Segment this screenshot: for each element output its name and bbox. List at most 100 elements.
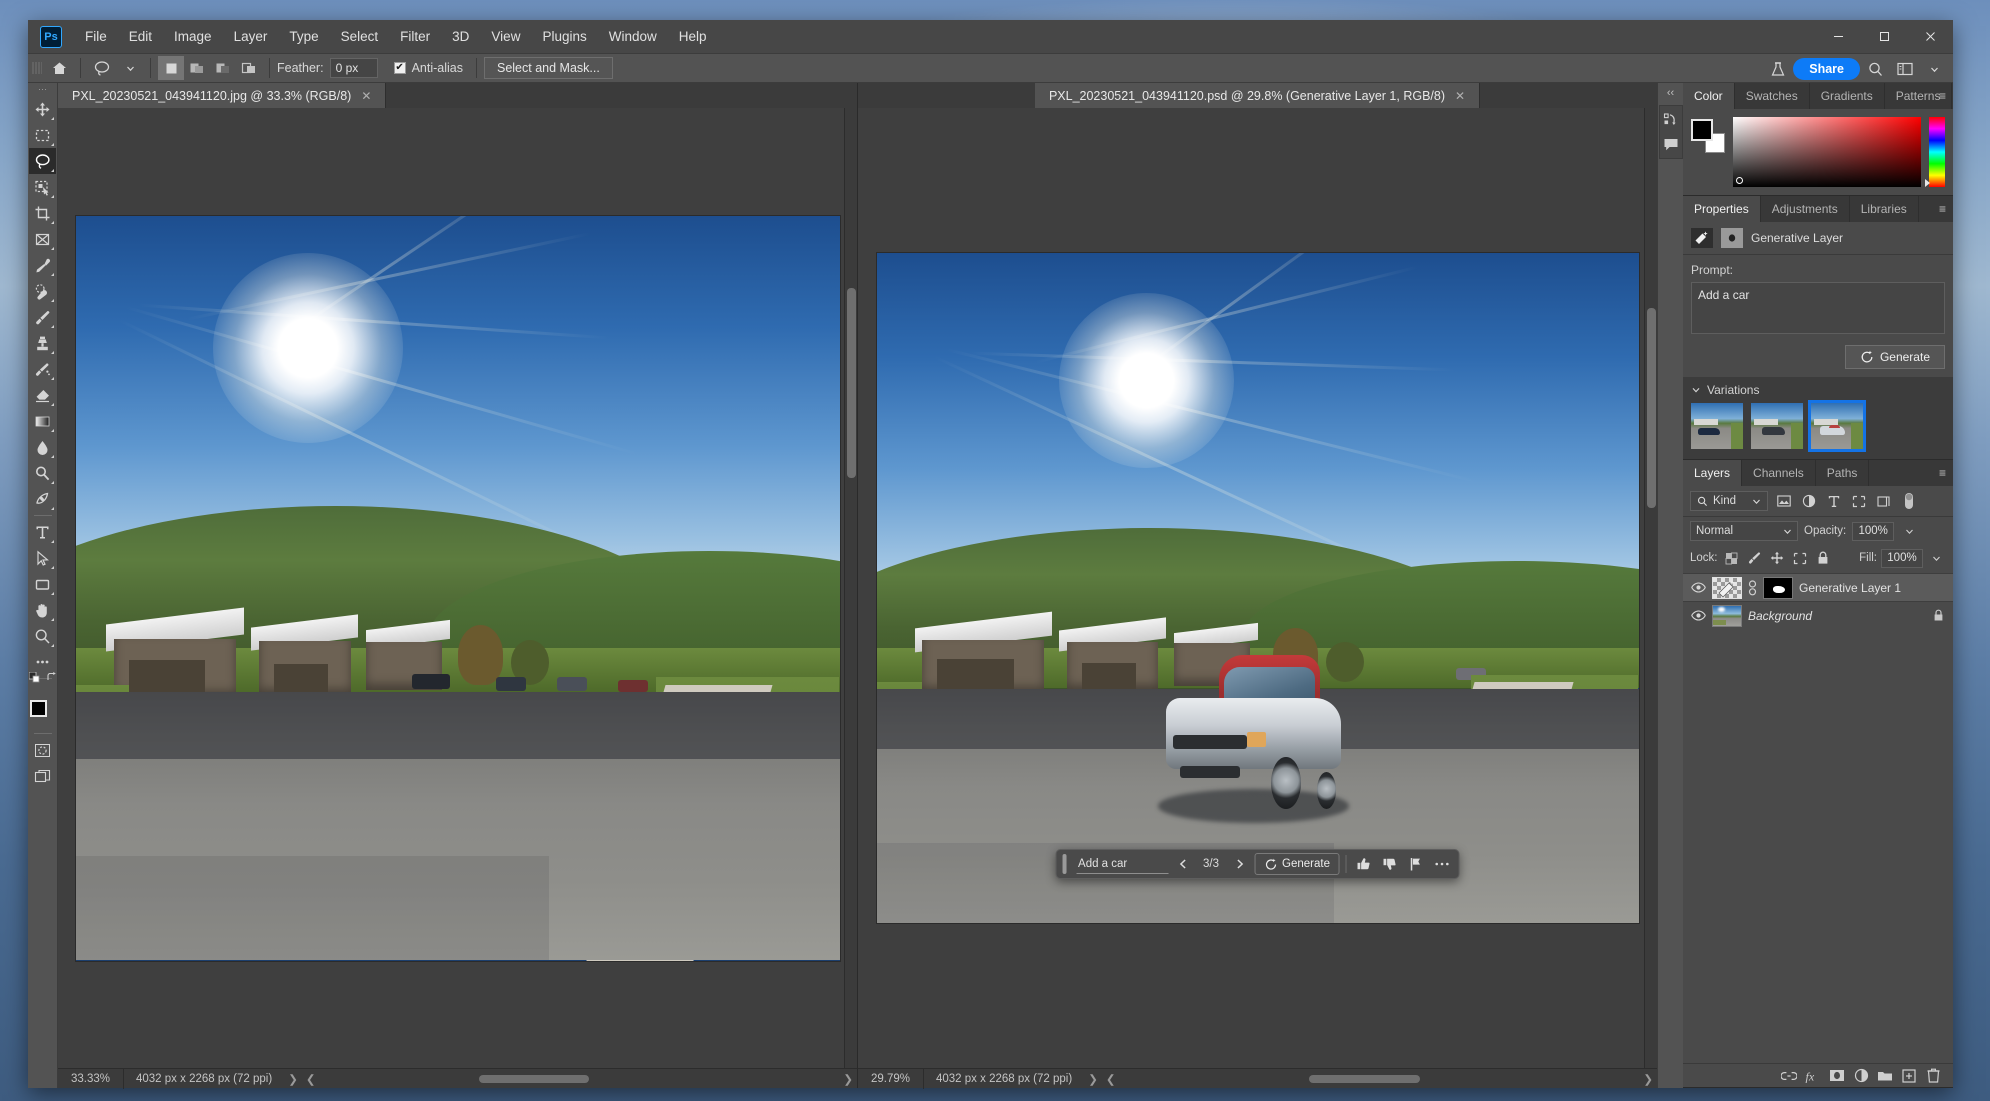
tools-grip[interactable]: ⋯ [36, 85, 50, 94]
search-icon[interactable] [1862, 57, 1889, 81]
menu-select[interactable]: Select [330, 24, 390, 49]
blur-tool[interactable] [29, 434, 56, 460]
fill-chevron-down-icon[interactable] [1927, 548, 1946, 568]
layer-visibility-eye-icon[interactable] [1690, 582, 1706, 593]
scroll-thumb[interactable] [478, 1074, 590, 1083]
table-row[interactable]: Background [1683, 601, 1953, 629]
options-bar-grip[interactable] [32, 58, 42, 78]
type-tool[interactable] [29, 519, 56, 545]
brush-tool[interactable] [29, 304, 56, 330]
taskbar-generate-button[interactable]: Generate [1254, 853, 1340, 875]
history-brush-tool[interactable] [29, 356, 56, 382]
color-panel-swatches[interactable] [1691, 119, 1725, 153]
canvas-viewport-psd[interactable]: Add a car 3/3 Generate [858, 108, 1657, 1068]
menu-window[interactable]: Window [598, 24, 668, 49]
layer-name[interactable]: Generative Layer 1 [1799, 581, 1946, 595]
maximize-button[interactable] [1861, 20, 1907, 53]
screen-mode-icon[interactable] [29, 763, 56, 789]
layer-visibility-eye-icon[interactable] [1690, 610, 1706, 621]
variation-thumb-2[interactable] [1751, 403, 1803, 449]
tab-layers[interactable]: Layers [1683, 460, 1743, 486]
variation-thumb-1[interactable] [1691, 403, 1743, 449]
dodge-tool[interactable] [29, 460, 56, 486]
foreground-color-swatch[interactable] [1691, 119, 1713, 141]
rectangle-tool[interactable] [29, 571, 56, 597]
lock-image-icon[interactable] [1745, 548, 1764, 568]
hscroll-right-icon[interactable]: ❯ [839, 1072, 857, 1086]
status-expand-icon[interactable]: ❯ [284, 1072, 302, 1086]
rectangular-marquee-tool[interactable] [29, 122, 56, 148]
comments-icon[interactable] [1660, 132, 1682, 156]
close-icon[interactable]: ✕ [1455, 89, 1465, 103]
canvas-viewport-jpg[interactable] [58, 108, 857, 1068]
menu-file[interactable]: File [74, 24, 118, 49]
new-selection-button[interactable] [158, 56, 184, 80]
lock-transparency-icon[interactable] [1722, 548, 1741, 568]
contextual-taskbar[interactable]: Add a car 3/3 Generate [1055, 849, 1460, 879]
share-button[interactable]: Share [1793, 58, 1860, 80]
gradient-tool[interactable] [29, 408, 56, 434]
opacity-value[interactable]: 100% [1852, 521, 1895, 541]
menu-layer[interactable]: Layer [223, 24, 279, 49]
filter-type-icon[interactable] [1824, 491, 1843, 511]
hscroll-right-icon[interactable]: ❯ [1639, 1072, 1657, 1086]
new-group-icon[interactable] [1874, 1065, 1896, 1087]
panel-menu-icon[interactable]: ≡ [1939, 202, 1947, 216]
home-icon[interactable] [46, 56, 73, 80]
panel-menu-icon[interactable]: ≡ [1939, 466, 1947, 480]
menu-plugins[interactable]: Plugins [531, 24, 597, 49]
scroll-thumb[interactable] [1647, 308, 1656, 508]
move-tool[interactable] [29, 96, 56, 122]
menu-3d[interactable]: 3D [441, 24, 480, 49]
layer-name[interactable]: Background [1748, 609, 1927, 623]
opacity-chevron-down-icon[interactable] [1900, 521, 1919, 541]
close-button[interactable] [1907, 20, 1953, 53]
tab-gradients[interactable]: Gradients [1809, 83, 1885, 109]
clone-stamp-tool[interactable] [29, 330, 56, 356]
hue-slider[interactable] [1925, 117, 1945, 187]
menu-edit[interactable]: Edit [118, 24, 163, 49]
intersect-selection-button[interactable] [236, 56, 262, 80]
close-icon[interactable]: ✕ [361, 89, 371, 103]
lock-position-icon[interactable] [1768, 548, 1787, 568]
tab-properties[interactable]: Properties [1683, 196, 1761, 222]
drag-handle-icon[interactable] [1062, 854, 1067, 874]
filter-shape-icon[interactable] [1849, 491, 1868, 511]
hue-slider-handle[interactable] [1925, 179, 1930, 187]
path-selection-tool[interactable] [29, 545, 56, 571]
zoom-tool[interactable] [29, 623, 56, 649]
layer-thumbnail[interactable] [1712, 576, 1742, 599]
color-field[interactable] [1733, 117, 1921, 187]
eraser-tool[interactable] [29, 382, 56, 408]
anti-alias-checkbox[interactable]: ✔ Anti-alias [393, 61, 469, 75]
blend-mode-select[interactable]: Normal [1690, 521, 1798, 541]
ellipsis-icon[interactable] [1431, 853, 1453, 875]
scroll-thumb[interactable] [1308, 1074, 1420, 1083]
delete-layer-icon[interactable] [1922, 1065, 1944, 1087]
properties-generate-button[interactable]: Generate [1844, 345, 1945, 369]
scroll-thumb[interactable] [847, 288, 856, 478]
quick-mask-icon[interactable] [29, 737, 56, 763]
tab-adjustments[interactable]: Adjustments [1760, 196, 1850, 222]
lasso-tool-preset-icon[interactable] [88, 56, 117, 80]
photoshop-logo-icon[interactable]: Ps [40, 25, 62, 48]
canvas-vscrollbar-jpg[interactable] [844, 108, 857, 1068]
subtract-from-selection-button[interactable] [210, 56, 236, 80]
variations-header[interactable]: Variations [1683, 377, 1953, 403]
layer-style-fx-icon[interactable]: fx [1802, 1065, 1824, 1087]
taskbar-prompt-input[interactable]: Add a car [1076, 855, 1169, 874]
foreground-background-swatches[interactable] [29, 700, 57, 730]
flag-icon[interactable] [1405, 853, 1427, 875]
tab-libraries[interactable]: Libraries [1849, 196, 1919, 222]
canvas-hscrollbar-psd[interactable] [1127, 1074, 1631, 1084]
spot-healing-brush-tool[interactable] [29, 278, 56, 304]
add-mask-icon[interactable] [1826, 1065, 1848, 1087]
prompt-textarea[interactable] [1691, 282, 1945, 334]
tab-color[interactable]: Color [1683, 83, 1735, 109]
document-tab-jpg[interactable]: PXL_20230521_043941120.jpg @ 33.3% (RGB/… [58, 83, 387, 108]
pen-tool[interactable] [29, 486, 56, 512]
swap-colors-icon[interactable] [46, 672, 57, 683]
history-icon[interactable] [1660, 108, 1682, 132]
table-row[interactable]: Generative Layer 1 [1683, 573, 1953, 601]
add-to-selection-button[interactable] [184, 56, 210, 80]
